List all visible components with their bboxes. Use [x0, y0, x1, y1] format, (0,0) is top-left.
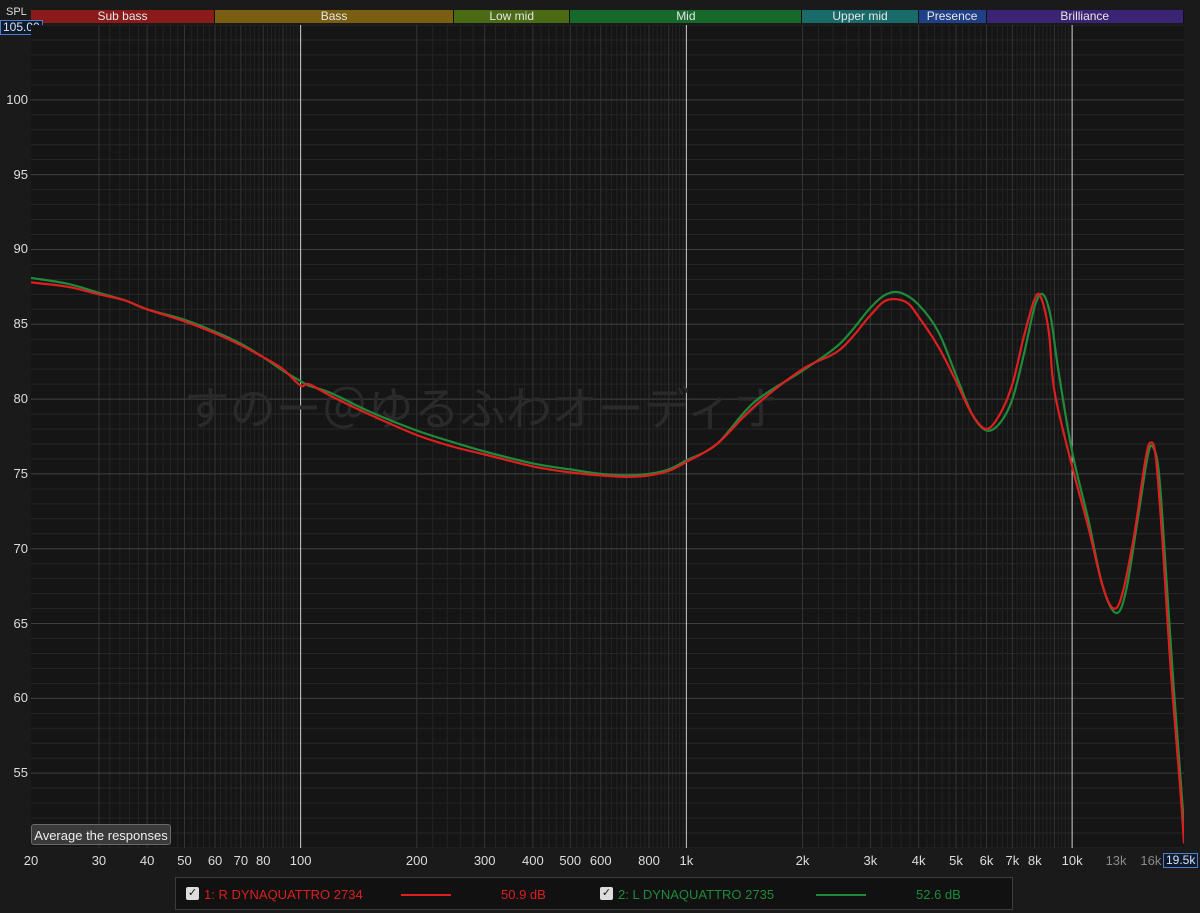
- plot-area[interactable]: すのー＠ゆるふわオーディオ: [30, 24, 1186, 849]
- x-tick-label: 300: [473, 853, 496, 868]
- x-tick-label: 800: [638, 853, 660, 868]
- y-tick-label: 70: [13, 540, 28, 556]
- x-tick-label: 100: [289, 853, 312, 868]
- band-6: Brilliance: [986, 10, 1184, 23]
- x-tick-label: 200: [405, 853, 428, 868]
- band-3: Mid: [570, 10, 803, 23]
- x-tick-label: 8k: [1027, 853, 1042, 868]
- series-1-label: 1: R DYNAQUATTRO 2734: [204, 887, 363, 902]
- series-2-label: 2: L DYNAQUATTRO 2735: [618, 887, 775, 902]
- y-tick-label: 55: [13, 765, 28, 781]
- y-tick-label: 80: [13, 391, 28, 407]
- x-tick-label: 40: [139, 853, 155, 868]
- y-tick-label: 100: [6, 91, 28, 107]
- band-0: Sub bass: [31, 10, 216, 23]
- x-tick-label: 30: [91, 853, 107, 868]
- x-tick-label: 500: [559, 853, 582, 868]
- series-1-checkbox[interactable]: ✓: [186, 887, 199, 900]
- x-tick-label: 10k: [1061, 853, 1083, 868]
- y-tick-label: 75: [13, 465, 28, 481]
- y-tick-label: 85: [13, 316, 28, 332]
- y-tick-label: 65: [13, 615, 28, 631]
- x-tick-label: 16k: [1140, 853, 1162, 868]
- y-axis-unit-label: SPL: [6, 6, 27, 18]
- series-2-checkbox[interactable]: ✓: [600, 887, 613, 900]
- x-tick-label: 20: [23, 853, 39, 868]
- x-tick-label: 6k: [979, 853, 994, 868]
- series-2-swatch: [816, 894, 866, 896]
- x-tick-label: 80: [256, 853, 271, 868]
- band-2: Low mid: [454, 10, 571, 23]
- x-tick-label: 600: [589, 853, 612, 868]
- frequency-response-chart: すのー＠ゆるふわオーディオ: [30, 24, 1186, 849]
- x-tick-label: 1k: [679, 853, 694, 868]
- band-4: Upper mid: [802, 10, 919, 23]
- series-2-value: 52.6 dB: [916, 887, 961, 902]
- band-5: Presence: [918, 10, 987, 23]
- average-responses-button[interactable]: Average the responses: [31, 824, 171, 845]
- x-tick-label: 400: [522, 853, 544, 868]
- x-tick-label: 5k: [949, 853, 963, 868]
- x-tick-label: 60: [207, 853, 223, 868]
- legend-panel: ✓ 1: R DYNAQUATTRO 2734 50.9 dB ✓ 2: L D…: [175, 877, 1013, 910]
- x-tick-label: 4k: [911, 853, 926, 868]
- x-tick-label: 7k: [1005, 853, 1020, 868]
- x-range-right-field[interactable]: 19.5k: [1163, 853, 1199, 868]
- band-1: Bass: [215, 10, 455, 23]
- y-tick-label: 90: [13, 241, 28, 257]
- y-tick-label: 95: [13, 166, 28, 182]
- series-1-swatch: [401, 894, 451, 896]
- y-tick-label: 60: [13, 690, 28, 706]
- x-tick-label: 70: [233, 853, 249, 868]
- x-tick-label: 3k: [863, 853, 878, 868]
- series-1-value: 50.9 dB: [501, 887, 546, 902]
- minor-grid: [31, 24, 1184, 849]
- x-tick-label: 13k: [1105, 853, 1127, 868]
- x-tick-label: 50: [177, 853, 192, 868]
- watermark-text: すのー＠ゆるふわオーディオ: [184, 382, 779, 436]
- x-tick-label: 2k: [795, 853, 810, 868]
